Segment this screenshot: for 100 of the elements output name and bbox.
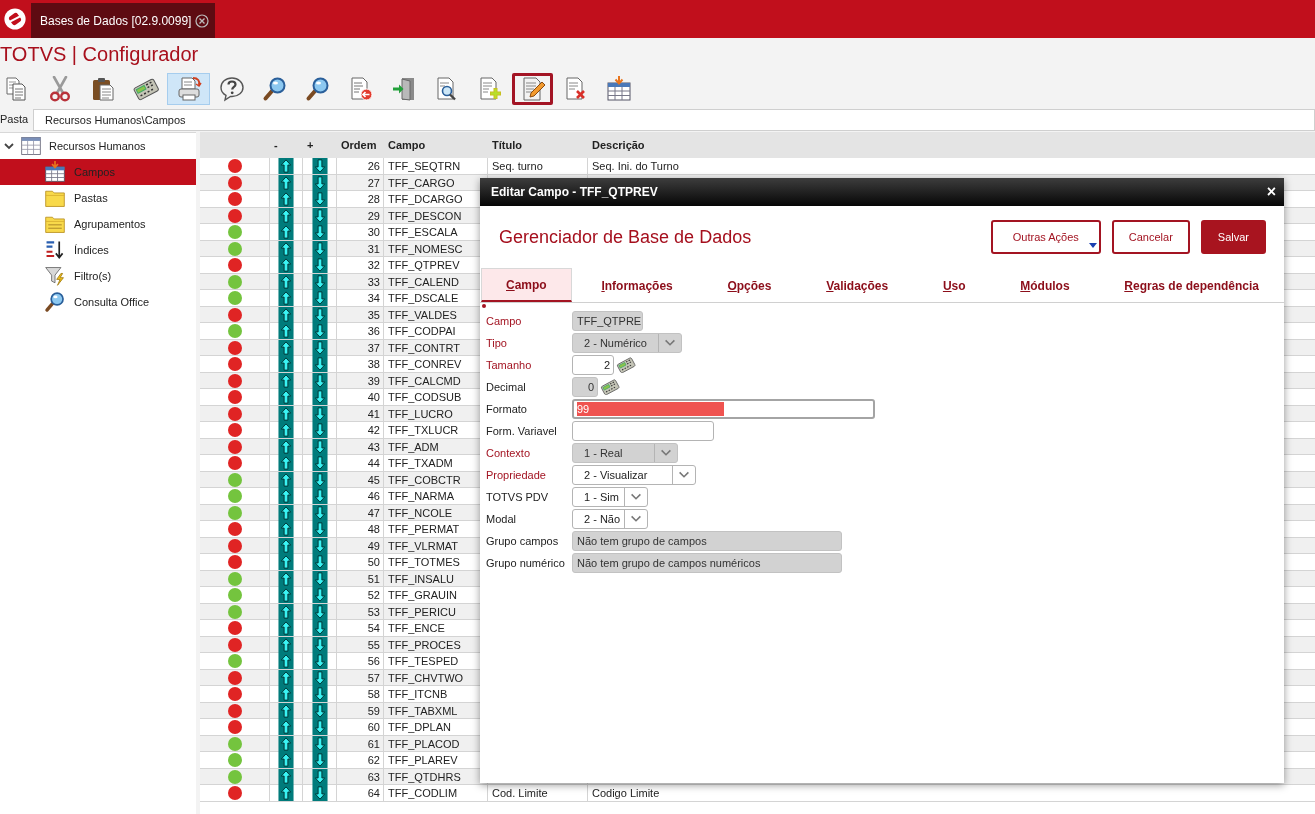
table-cell: 42 (367, 424, 380, 436)
down-arrow-icon[interactable] (311, 257, 328, 273)
button[interactable]: Salvar (1200, 220, 1266, 254)
tree-item[interactable]: Pastas (0, 185, 196, 211)
table-cell: TFF_CALCMD (388, 374, 461, 387)
table-cell: TFF_CONREV (388, 358, 462, 370)
down-arrow-icon[interactable] (311, 422, 328, 438)
column-header[interactable]: Campo (388, 139, 426, 151)
tree-item[interactable]: Índices (0, 237, 196, 263)
down-arrow-icon[interactable] (311, 356, 328, 372)
down-arrow-icon[interactable] (311, 587, 328, 603)
caret-icon (1088, 243, 1097, 248)
down-arrow-icon[interactable] (311, 752, 328, 768)
down-arrow-icon[interactable] (311, 785, 328, 801)
tab[interactable]: Validações (801, 268, 914, 302)
table-cell: 50 (367, 556, 380, 568)
up-arrow-icon[interactable] (278, 719, 294, 735)
up-arrow-icon[interactable] (278, 422, 294, 438)
down-arrow-icon[interactable] (311, 224, 328, 240)
up-arrow-icon[interactable] (278, 686, 294, 702)
tab[interactable]: Regras de dependência (1099, 268, 1284, 302)
close-button[interactable]: × (1266, 184, 1276, 200)
down-arrow-icon[interactable] (311, 488, 328, 504)
path-field[interactable]: Recursos Humanos\Campos (33, 109, 1315, 131)
down-arrow-icon[interactable] (311, 719, 328, 735)
tab[interactable]: Módulos (995, 268, 1095, 302)
tree-item[interactable]: Filtro(s) (0, 263, 196, 289)
input-field[interactable]: 2 (572, 355, 614, 375)
table-cell: TFF_VALDES (388, 308, 457, 321)
up-arrow-icon[interactable] (278, 389, 294, 405)
up-arrow-icon[interactable] (278, 257, 294, 273)
up-arrow-icon[interactable] (278, 158, 294, 174)
menu-button[interactable]: Outras Ações (990, 220, 1101, 254)
table-cell: TFF_COBCTR (388, 473, 461, 486)
calculator-icon[interactable] (616, 357, 636, 373)
chevron-down-icon[interactable] (3, 140, 15, 152)
tab[interactable]: Bases de Dados [02.9.0099] (31, 3, 216, 38)
table-cell: TFF_DSCALE (388, 292, 459, 304)
button[interactable]: Cancelar (1111, 220, 1190, 254)
dropdown[interactable]: 2 - Não (572, 509, 648, 529)
up-arrow-icon[interactable] (278, 620, 294, 636)
table-cell: 46 (367, 490, 380, 502)
up-arrow-icon[interactable] (278, 752, 294, 768)
field-label: Tipo (486, 337, 507, 349)
field-label: Tamanho (486, 359, 532, 371)
tree-item[interactable]: Agrupamentos (0, 211, 196, 237)
column-header[interactable]: Descrição (592, 139, 645, 151)
table-cell: 62 (367, 754, 380, 766)
table-row[interactable]: 26 TFF_SEQTRN Seq. turno Seq. Ini. do Turno (200, 158, 1315, 175)
up-arrow-icon[interactable] (278, 521, 294, 537)
dropdown[interactable]: 2 - Visualizar (572, 465, 696, 485)
tab[interactable]: Campo (481, 268, 572, 302)
up-arrow-icon[interactable] (278, 653, 294, 669)
tree-item[interactable]: Recursos Humanos (0, 133, 196, 159)
tab[interactable]: Informações (576, 268, 698, 302)
table-cell: TFF_PROCES (388, 638, 461, 651)
tab[interactable]: Opções (702, 268, 797, 302)
table-cell: 51 (367, 572, 380, 585)
up-arrow-icon[interactable] (278, 488, 294, 504)
tree-item[interactable]: Consulta Office (0, 289, 196, 315)
down-arrow-icon[interactable] (311, 290, 328, 306)
required-mark-icon (482, 304, 486, 308)
down-arrow-icon[interactable] (311, 686, 328, 702)
down-arrow-icon[interactable] (311, 620, 328, 636)
up-arrow-icon[interactable] (278, 290, 294, 306)
down-arrow-icon[interactable] (311, 455, 328, 471)
table-cell: 64 (367, 787, 380, 799)
down-arrow-icon[interactable] (311, 389, 328, 405)
up-arrow-icon[interactable] (278, 356, 294, 372)
table-row[interactable]: 64 TFF_CODLIM Cod. Limite Codigo Limite (200, 785, 1315, 802)
column-header[interactable]: - (274, 139, 278, 151)
table-cell: 26 (367, 160, 380, 172)
table-cell: 41 (367, 407, 380, 420)
table-cell: TFF_NOMESC (388, 242, 463, 255)
table-cell: 38 (367, 358, 380, 370)
up-arrow-icon[interactable] (278, 323, 294, 339)
up-arrow-icon[interactable] (278, 587, 294, 603)
dropdown[interactable]: 1 - Sim (572, 487, 648, 507)
field-label: Campo (486, 315, 522, 327)
down-arrow-icon[interactable] (311, 653, 328, 669)
down-arrow-icon[interactable] (311, 323, 328, 339)
up-arrow-icon[interactable] (278, 785, 294, 801)
up-arrow-icon[interactable] (278, 455, 294, 471)
input-field[interactable] (572, 421, 714, 441)
up-arrow-icon[interactable] (278, 191, 294, 207)
tab[interactable]: Uso (917, 268, 991, 302)
calculator-icon[interactable] (600, 379, 620, 395)
logo-icon (3, 7, 27, 31)
down-arrow-icon[interactable] (311, 191, 328, 207)
column-header[interactable]: Ordem (341, 139, 377, 151)
toolbar-button[interactable] (512, 73, 553, 105)
down-arrow-icon[interactable] (311, 158, 328, 174)
up-arrow-icon[interactable] (278, 224, 294, 240)
close-icon[interactable] (195, 13, 210, 28)
down-arrow-icon[interactable] (311, 554, 328, 570)
column-header[interactable]: + (307, 139, 314, 151)
column-header[interactable]: Título (492, 139, 522, 151)
down-arrow-icon[interactable] (311, 521, 328, 537)
up-arrow-icon[interactable] (278, 554, 294, 570)
table-cell: 44 (367, 457, 380, 469)
